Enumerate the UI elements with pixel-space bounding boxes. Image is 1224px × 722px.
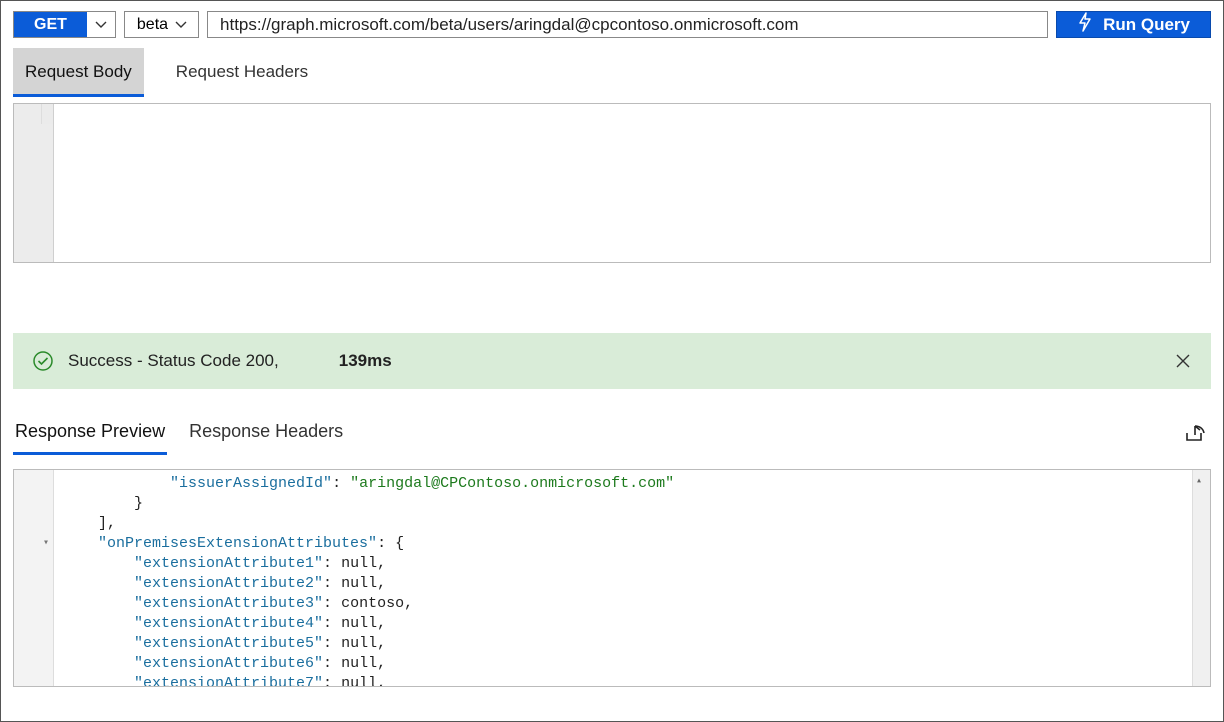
query-toolbar: GET beta Run Query bbox=[1, 1, 1223, 48]
status-banner: Success - Status Code 200, 139ms bbox=[13, 333, 1211, 389]
method-selector[interactable]: GET bbox=[13, 11, 116, 38]
tab-request-headers[interactable]: Request Headers bbox=[164, 48, 320, 97]
url-input[interactable] bbox=[207, 11, 1048, 38]
status-text: Success - Status Code 200, bbox=[68, 351, 279, 371]
request-body-editor[interactable] bbox=[13, 103, 1211, 263]
tab-request-body[interactable]: Request Body bbox=[13, 48, 144, 97]
tab-response-headers[interactable]: Response Headers bbox=[187, 413, 345, 455]
json-content: "issuerAssignedId": "aringdal@CPContoso.… bbox=[54, 470, 1192, 686]
response-tabs: Response Preview Response Headers bbox=[13, 413, 345, 455]
status-time: 139ms bbox=[339, 351, 392, 371]
scrollbar[interactable]: ▴ bbox=[1192, 470, 1210, 686]
method-chevron[interactable] bbox=[87, 12, 115, 37]
chevron-down-icon bbox=[94, 18, 108, 32]
run-query-button[interactable]: Run Query bbox=[1056, 11, 1211, 38]
version-label: beta bbox=[137, 16, 168, 34]
fold-triangle-icon[interactable]: ▾ bbox=[14, 534, 53, 554]
run-label: Run Query bbox=[1103, 15, 1190, 35]
editor-gutter bbox=[14, 104, 54, 262]
share-icon[interactable] bbox=[1183, 423, 1211, 445]
chevron-down-icon bbox=[174, 18, 188, 32]
response-tabs-row: Response Preview Response Headers bbox=[1, 389, 1223, 455]
json-gutter: ▾ bbox=[14, 470, 54, 686]
tab-response-preview[interactable]: Response Preview bbox=[13, 413, 167, 455]
scroll-up-icon[interactable]: ▴ bbox=[1196, 472, 1202, 492]
version-selector[interactable]: beta bbox=[124, 11, 199, 38]
success-check-icon bbox=[32, 350, 54, 372]
request-tabs: Request Body Request Headers bbox=[1, 48, 1223, 97]
response-json-viewer[interactable]: ▾ "issuerAssignedId": "aringdal@CPContos… bbox=[13, 469, 1211, 687]
close-icon[interactable] bbox=[1174, 352, 1192, 370]
lightning-icon bbox=[1077, 12, 1093, 37]
method-button[interactable]: GET bbox=[14, 12, 87, 37]
